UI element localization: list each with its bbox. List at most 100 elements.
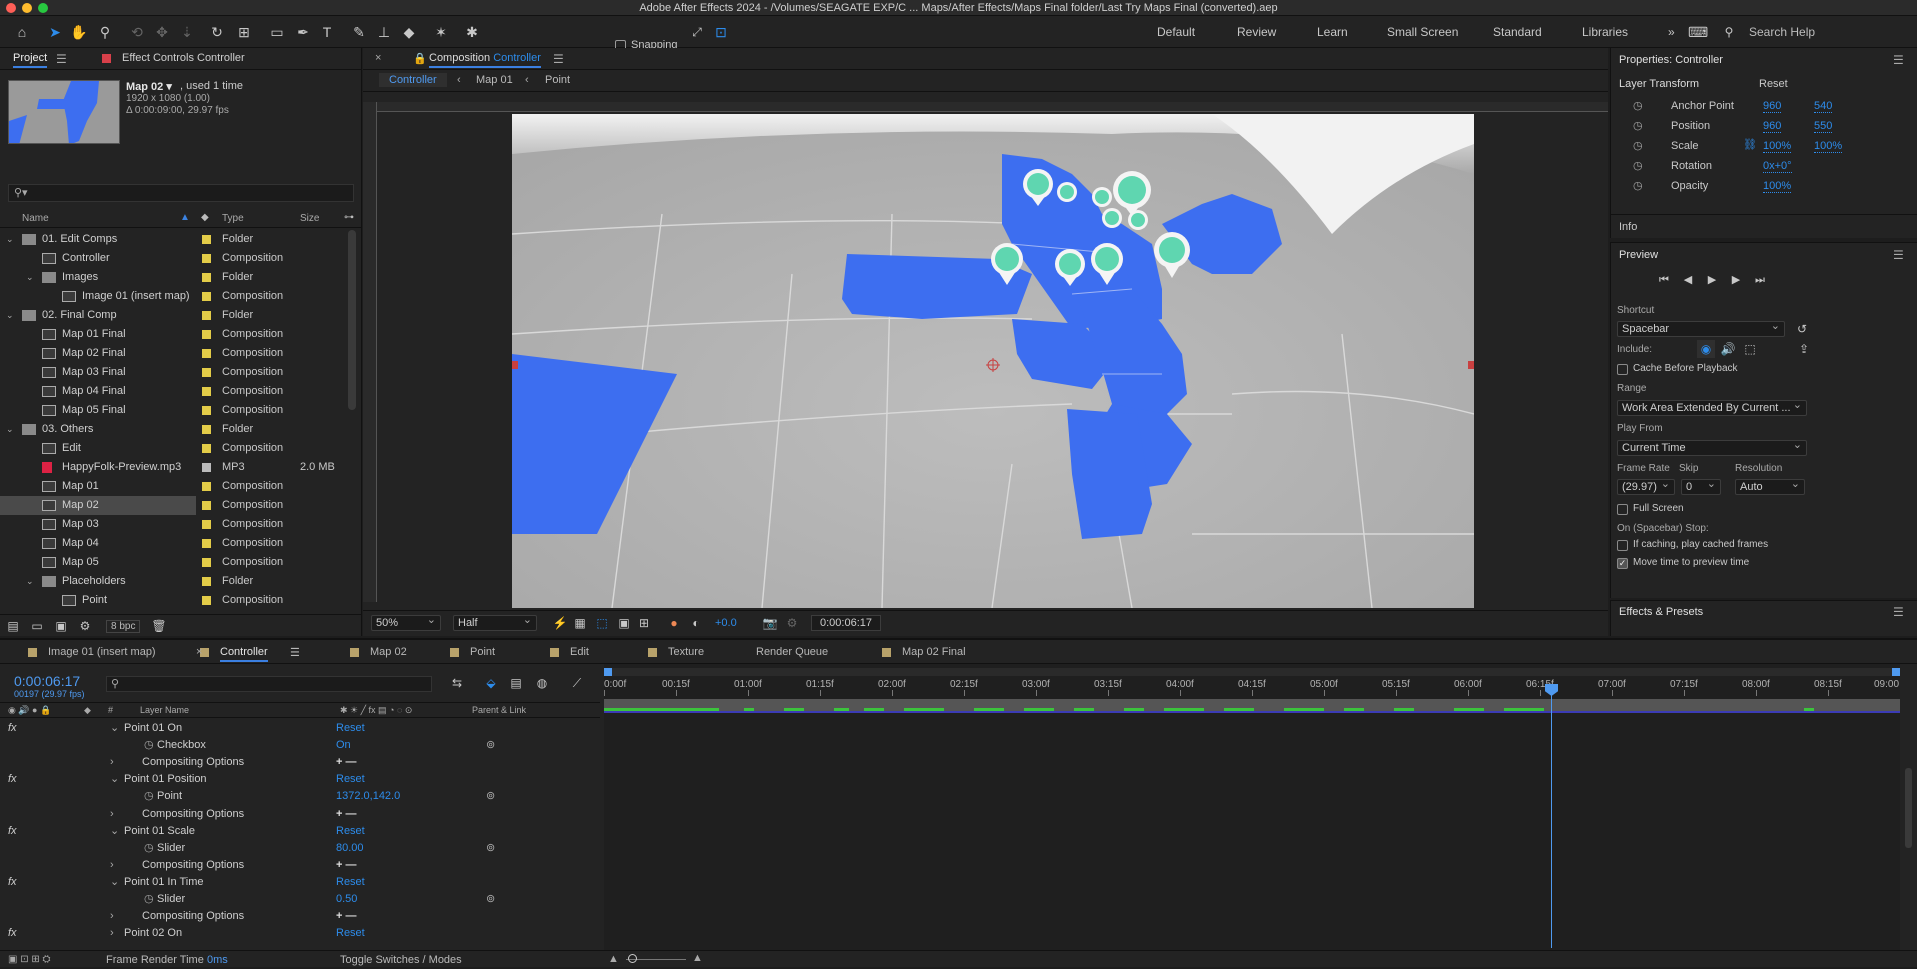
playhead-line[interactable] [1551, 686, 1552, 948]
timeline-row[interactable]: › Compositing Options + — [0, 806, 600, 823]
properties-menu-icon[interactable]: ☰ [1893, 53, 1904, 67]
zoom-slider-thumb[interactable] [628, 954, 637, 963]
label-column-icon[interactable]: ◆ [201, 212, 209, 223]
pick-whip-icon[interactable]: ⊚ [486, 788, 495, 805]
project-menu-icon[interactable]: ☰ [56, 52, 67, 66]
motion-blur-icon[interactable]: ◍ [533, 674, 551, 692]
disclosure-arrow-icon[interactable]: ⌄ [6, 306, 14, 325]
last-frame-icon[interactable]: ⏭ [1751, 271, 1769, 289]
timeline-tab[interactable]: Controller [220, 646, 268, 662]
hand-tool-icon[interactable]: ✋ [70, 23, 88, 41]
effect-fx-icon[interactable]: fx [8, 925, 17, 942]
timeline-row[interactable]: fx ⌄ Point 01 Position Reset [0, 771, 600, 788]
workspace-libraries[interactable]: Libraries [1582, 25, 1628, 39]
region-of-interest-icon[interactable]: ⬚ [593, 614, 611, 632]
stopwatch-icon[interactable]: ◷ [1633, 119, 1643, 132]
range-select[interactable]: Work Area Extended By Current ... [1617, 398, 1807, 416]
timeline-row-value[interactable]: Reset [336, 720, 365, 737]
timeline-row[interactable]: › Compositing Options + — [0, 857, 600, 874]
composition-menu-icon[interactable]: ☰ [553, 52, 564, 66]
snapshot-icon[interactable]: 📷 [761, 614, 779, 632]
timeline-menu-icon[interactable]: ☰ [290, 646, 300, 659]
transform-value-1[interactable]: 100% [1763, 180, 1792, 193]
effects-menu-icon[interactable]: ☰ [1893, 605, 1904, 619]
label-color-swatch[interactable] [202, 558, 211, 567]
constrain-proportions-icon[interactable]: ⛓ [1743, 138, 1757, 151]
resolution-preview-select[interactable]: Auto [1735, 477, 1805, 495]
transform-value-1[interactable]: 960 [1763, 120, 1782, 133]
disclosure-arrow-icon[interactable]: ⌄ [110, 771, 119, 788]
stopwatch-icon[interactable]: ◷ [144, 737, 154, 754]
layer-transform-reset[interactable]: Reset [1759, 78, 1788, 90]
shortcut-select[interactable]: Spacebar [1617, 319, 1785, 337]
project-item[interactable]: Map 05 Final Composition [0, 401, 350, 420]
rectangle-tool-icon[interactable]: ▭ [268, 23, 286, 41]
workspace-small-screen[interactable]: Small Screen [1387, 25, 1458, 39]
skip-select[interactable]: 0 [1681, 477, 1721, 495]
include-audio-icon[interactable]: 🔊 [1719, 340, 1737, 358]
timeline-tab[interactable]: Texture [668, 646, 704, 658]
transform-value-1[interactable]: 100% [1763, 140, 1792, 153]
effects-presets-title[interactable]: Effects & Presets [1619, 606, 1703, 618]
home-icon[interactable]: ⌂ [13, 23, 31, 41]
pick-whip-icon[interactable]: ⊚ [486, 737, 495, 754]
transform-value-1[interactable]: 960 [1763, 100, 1782, 113]
transform-value-2[interactable]: 100% [1814, 140, 1843, 153]
label-color-swatch[interactable] [202, 330, 211, 339]
timeline-tab[interactable]: Image 01 (insert map) [48, 646, 156, 658]
workspace-default[interactable]: Default [1157, 25, 1195, 39]
type-tool-icon[interactable]: T [318, 23, 336, 41]
clone-stamp-tool-icon[interactable]: ⊥ [375, 23, 393, 41]
label-color-swatch[interactable] [202, 235, 211, 244]
zoom-tool-icon[interactable]: ⚲ [96, 23, 114, 41]
timeline-row[interactable]: ◷ Checkbox On ⊚ [0, 737, 600, 754]
project-item[interactable]: Map 03 Composition [0, 515, 350, 534]
previous-frame-icon[interactable]: ◀︎ [1679, 271, 1697, 289]
project-item[interactable]: Edit Composition [0, 439, 350, 458]
interpret-footage-icon[interactable]: ▤ [4, 617, 22, 635]
label-color-swatch[interactable] [202, 520, 211, 529]
include-overlays-icon[interactable]: ⬚ [1741, 340, 1759, 358]
project-item[interactable]: Map 02 Final Composition [0, 344, 350, 363]
new-composition-icon[interactable]: ▣ [52, 617, 70, 635]
av-switches-icon[interactable]: ◉ 🔊 ● 🔒 [8, 705, 51, 716]
minimize-window-button[interactable] [22, 3, 32, 13]
project-search-input[interactable]: ⚲▾ [8, 184, 354, 202]
timeline-row-value[interactable]: 0.50 [336, 891, 357, 908]
disclosure-arrow-icon[interactable]: ⌄ [110, 720, 119, 737]
tab-composition[interactable]: Composition Controller [429, 52, 541, 68]
timeline-row-value[interactable]: Reset [336, 874, 365, 891]
stopwatch-icon[interactable]: ◷ [144, 840, 154, 857]
zoom-in-icon[interactable]: ▲ [692, 952, 703, 964]
disclosure-arrow-icon[interactable]: ⌄ [6, 420, 14, 439]
project-item[interactable]: ⌄ 01. Edit Comps Folder [0, 230, 350, 249]
close-window-button[interactable] [6, 3, 16, 13]
transform-value-1[interactable]: 0x+0° [1763, 160, 1792, 173]
project-item[interactable]: Controller Composition [0, 249, 350, 268]
timeline-row[interactable]: fx ⌄ Point 01 Scale Reset [0, 823, 600, 840]
timeline-tab[interactable]: Edit [570, 646, 589, 658]
frame-blending-icon[interactable]: ▤ [507, 674, 525, 692]
label-color-swatch[interactable] [202, 254, 211, 263]
toggle-switches-button[interactable]: Toggle Switches / Modes [340, 954, 462, 966]
column-name[interactable]: Name [22, 213, 49, 224]
timeline-row[interactable]: fx › Point 02 On Reset [0, 925, 600, 942]
transparency-grid-icon[interactable]: ▦ [571, 614, 589, 632]
eraser-tool-icon[interactable]: ◆ [400, 23, 418, 41]
disclosure-arrow-icon[interactable]: › [110, 857, 114, 874]
transform-value-2[interactable]: 540 [1814, 100, 1833, 113]
project-item[interactable]: Map 05 Composition [0, 553, 350, 572]
transform-value-2[interactable]: 550 [1814, 120, 1833, 133]
project-item[interactable]: Map 02 Composition [0, 496, 283, 515]
zoom-select[interactable]: 50% [371, 613, 441, 631]
pen-tool-icon[interactable]: ✒ [294, 23, 312, 41]
column-parent-link[interactable]: Parent & Link [472, 705, 526, 715]
timeline-row-value[interactable]: + — [336, 908, 356, 925]
if-caching-checkbox[interactable] [1617, 540, 1628, 551]
fast-previews-icon[interactable]: ⚡ [551, 614, 569, 632]
dolly-tool-icon[interactable]: ⇣ [178, 23, 196, 41]
timeline-row[interactable]: ◷ Slider 80.00 ⊚ [0, 840, 600, 857]
timeline-tab[interactable]: Render Queue [756, 646, 828, 658]
current-time[interactable]: 0:00:06:17 [14, 673, 80, 689]
next-frame-icon[interactable]: ▶︎ [1727, 271, 1745, 289]
